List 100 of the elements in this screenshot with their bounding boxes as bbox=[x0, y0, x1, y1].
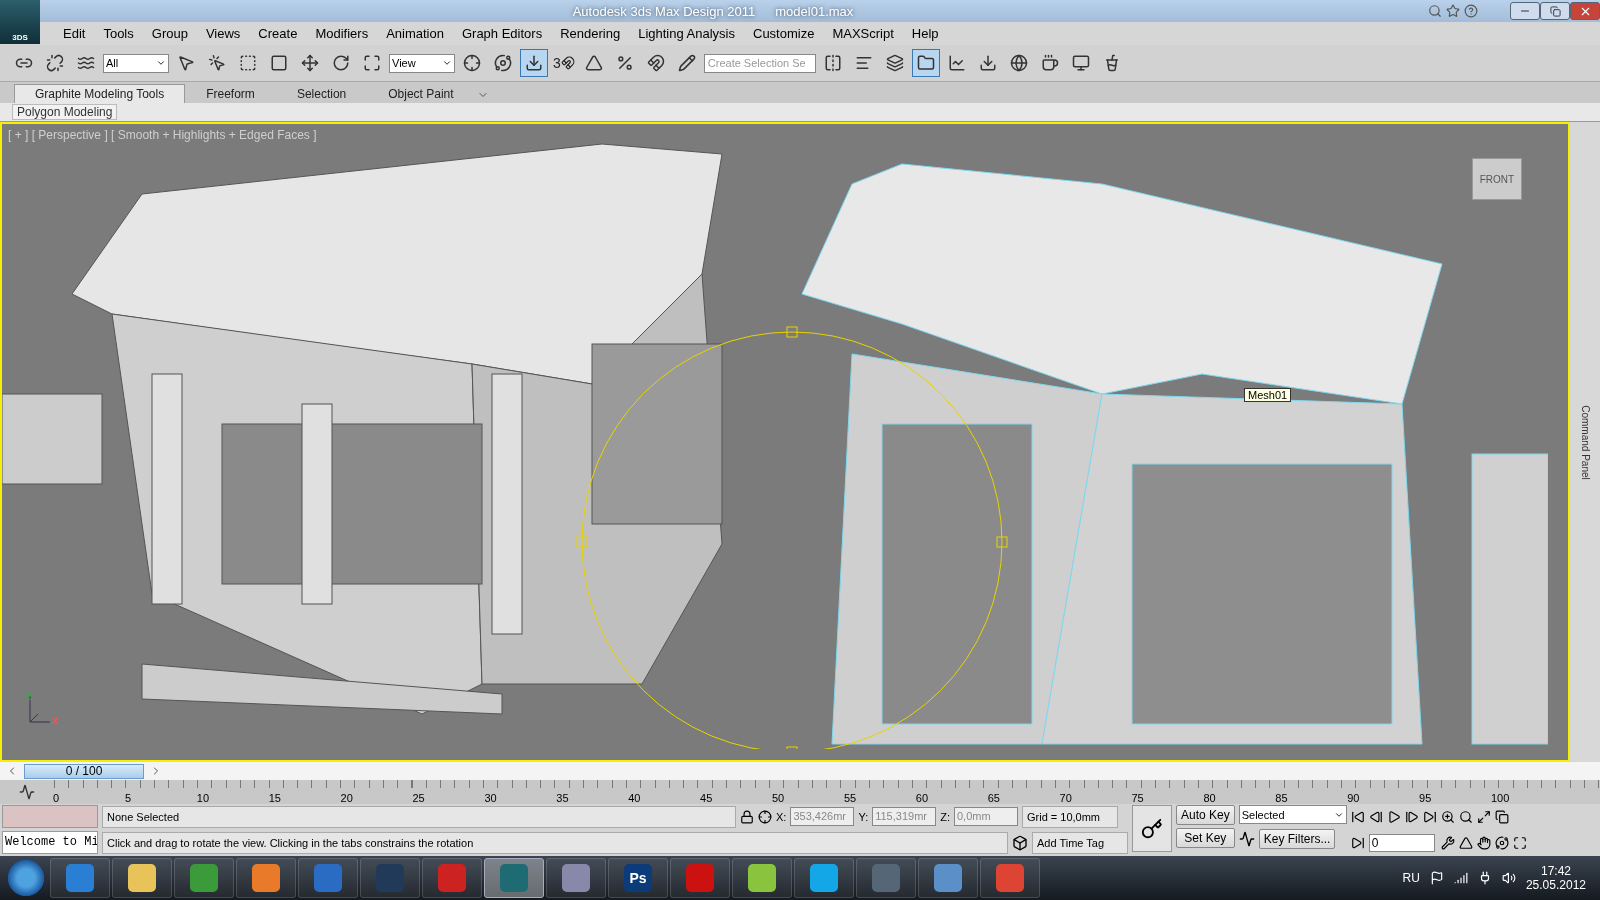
next-frame-icon[interactable] bbox=[1404, 809, 1419, 824]
grid-size: Grid = 10,0mm bbox=[1022, 805, 1118, 828]
signal-icon[interactable] bbox=[1453, 871, 1468, 885]
restore-button[interactable] bbox=[1540, 2, 1570, 20]
frame-number: 45 bbox=[700, 792, 713, 804]
key-filters-button[interactable]: Key Filters... bbox=[1258, 828, 1336, 849]
auto-key-button[interactable]: Auto Key bbox=[1176, 805, 1235, 825]
pan-icon[interactable] bbox=[1476, 835, 1491, 850]
select-icon bbox=[177, 54, 195, 72]
select-by-name-icon bbox=[208, 54, 226, 72]
menu-item[interactable]: Lighting Analysis bbox=[629, 24, 744, 43]
key-mode-dropdown[interactable]: Selected bbox=[1238, 805, 1347, 824]
frame-number: 60 bbox=[915, 792, 929, 804]
go-to-end-icon[interactable] bbox=[1422, 809, 1437, 824]
frame-number: 25 bbox=[412, 792, 425, 804]
language-indicator[interactable]: RU bbox=[1402, 871, 1420, 885]
frame-number: 70 bbox=[1059, 792, 1072, 804]
perspective-viewport[interactable]: [ + ] [ Perspective ] [ Smooth + Highlights + Edged Faces ] Mesh01 FRONT z x bbox=[0, 122, 1570, 762]
menu-item[interactable]: Group bbox=[142, 24, 197, 43]
move-icon bbox=[301, 54, 319, 72]
menu-item[interactable]: Create bbox=[249, 24, 307, 43]
app-icon bbox=[314, 864, 342, 892]
snaps-toggle[interactable]: 3 bbox=[551, 49, 577, 77]
app-logo[interactable]: 3DS bbox=[0, 0, 40, 44]
ribbon-panel-label[interactable]: Polygon Modeling bbox=[12, 104, 118, 120]
taskbar-app[interactable]: Ps bbox=[608, 858, 668, 898]
selection-status: None Selected bbox=[102, 805, 736, 828]
ribbon-tab[interactable]: Object Paint bbox=[367, 84, 475, 103]
lock-icon[interactable] bbox=[740, 809, 754, 824]
time-slider-thumb[interactable]: 0 / 100 bbox=[24, 763, 144, 779]
axis-label: z bbox=[26, 690, 32, 702]
frame-number: 10 bbox=[196, 792, 210, 804]
search-icon bbox=[1428, 4, 1442, 18]
set-key-button[interactable]: Set Key bbox=[1176, 828, 1235, 848]
percent-snap-icon bbox=[615, 54, 634, 72]
named-selection-field[interactable]: Create Selection Se bbox=[703, 53, 816, 73]
volume-icon[interactable] bbox=[1501, 871, 1516, 885]
menu-item[interactable]: Help bbox=[902, 24, 948, 43]
track-bar[interactable]: 0 5 10 15 20 25 30 35 40 45 50 55 60 65 70 75 80 85 90 95 100 bbox=[54, 780, 1600, 804]
time-tag[interactable]: Add Time Tag bbox=[1032, 831, 1128, 854]
reference-coordinate-dropdown[interactable]: View bbox=[389, 53, 455, 73]
menu-item[interactable]: Animation bbox=[377, 24, 453, 43]
frame-number: 50 bbox=[772, 792, 785, 804]
frame-number: 30 bbox=[484, 792, 497, 804]
curve-editor-icon bbox=[947, 54, 966, 72]
frame-number: 0 bbox=[53, 792, 60, 804]
unlink-icon bbox=[46, 54, 64, 72]
go-to-start-icon[interactable] bbox=[1350, 809, 1365, 824]
frame-number: 85 bbox=[1275, 792, 1288, 804]
ribbon-tab[interactable]: Freeform bbox=[185, 84, 276, 103]
tangent-icon[interactable] bbox=[1238, 830, 1255, 847]
clock[interactable]: 17:42 25.05.2012 bbox=[1525, 864, 1586, 892]
maxscript-input[interactable] bbox=[2, 805, 98, 828]
magnet-icon bbox=[560, 56, 575, 70]
command-panel-label[interactable]: Command Panel bbox=[1579, 404, 1591, 480]
object-tooltip: Mesh01 bbox=[1244, 388, 1292, 402]
axis-label: x bbox=[52, 714, 59, 726]
app-icon bbox=[996, 864, 1024, 892]
selection-filter-dropdown[interactable]: All bbox=[103, 53, 169, 73]
rectangle-selection-icon bbox=[239, 54, 257, 72]
menu-item[interactable]: MAXScript bbox=[823, 24, 903, 43]
menu-item[interactable]: Customize bbox=[744, 24, 824, 43]
menu-item[interactable]: Edit bbox=[54, 24, 95, 43]
orbit-icon[interactable] bbox=[1494, 835, 1509, 850]
search-button[interactable] bbox=[1426, 2, 1444, 20]
frame-number: 40 bbox=[628, 792, 641, 804]
zoom-extents-all-icon[interactable] bbox=[1494, 809, 1509, 824]
layer-manager-icon bbox=[885, 54, 904, 72]
menu-item[interactable]: Rendering bbox=[551, 24, 630, 43]
menu-item[interactable]: Graph Editors bbox=[452, 24, 552, 43]
star-icon bbox=[1446, 4, 1460, 18]
minimize-button[interactable] bbox=[1510, 2, 1540, 20]
help-button[interactable] bbox=[1462, 2, 1480, 20]
star-button[interactable] bbox=[1444, 2, 1462, 20]
ribbon-tab[interactable]: Selection bbox=[275, 84, 368, 103]
previous-frame-icon[interactable] bbox=[1368, 809, 1383, 824]
app-icon bbox=[686, 864, 714, 892]
menu-item[interactable]: Tools bbox=[94, 24, 143, 43]
frame-number: 100 bbox=[1491, 792, 1510, 804]
play-icon[interactable] bbox=[1386, 809, 1401, 824]
zoom-extents-icon[interactable] bbox=[1476, 809, 1491, 824]
flag-icon[interactable] bbox=[1429, 871, 1444, 885]
app-icon bbox=[376, 864, 404, 892]
set-key-mode-button[interactable] bbox=[1132, 805, 1172, 852]
zoom-icon[interactable] bbox=[1440, 809, 1455, 824]
current-frame-field[interactable]: 0 bbox=[1368, 833, 1435, 852]
help-icon bbox=[1464, 4, 1478, 18]
zoom-all-icon[interactable] bbox=[1458, 809, 1473, 824]
app-icon bbox=[934, 864, 962, 892]
ribbon-tab[interactable]: Graphite Modeling Tools bbox=[14, 84, 186, 103]
key-icon bbox=[1141, 817, 1163, 840]
menu-item[interactable]: Modifiers bbox=[306, 24, 378, 43]
z-label: Z: bbox=[940, 810, 950, 823]
app-icon bbox=[562, 864, 590, 892]
view-cube[interactable]: FRONT bbox=[1472, 158, 1522, 200]
app-icon bbox=[190, 864, 218, 892]
menu-item[interactable]: Views bbox=[196, 24, 250, 43]
restore-icon bbox=[1549, 5, 1561, 17]
app-icon bbox=[810, 864, 838, 892]
close-button[interactable] bbox=[1570, 2, 1600, 20]
